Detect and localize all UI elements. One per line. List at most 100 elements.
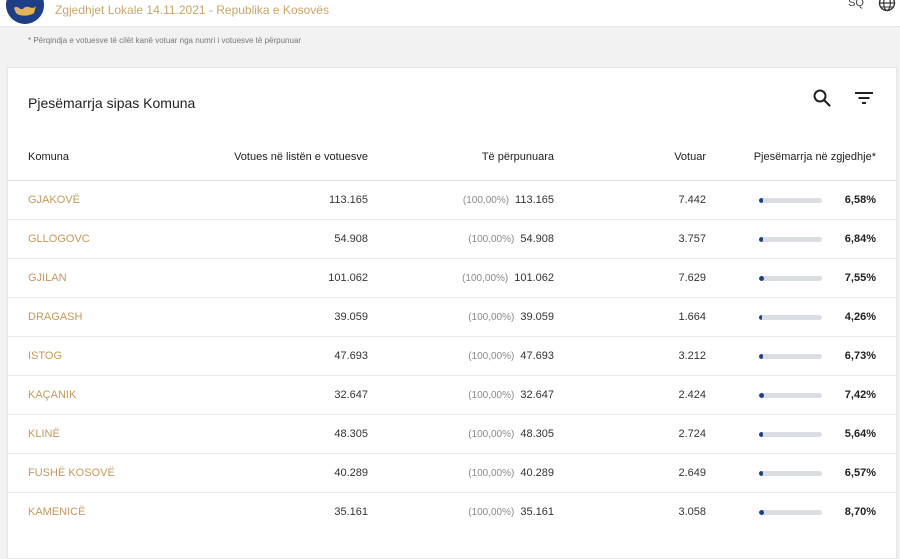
table-row: ISTOG 47.693 (100,00%) 47.693 3.212 6,73% <box>8 336 896 376</box>
processed-count: 40.289 <box>520 467 554 479</box>
kosovo-emblem-icon[interactable] <box>6 0 44 24</box>
turnout-card: Pjesëmarrja sipas Komuna Komuna Votues n… <box>7 67 897 559</box>
cell-registered: 54.908 <box>138 219 368 259</box>
cell-processed: (100,00%) 101.062 <box>368 258 554 298</box>
language-selector[interactable]: SQ <box>848 0 864 9</box>
municipality-link[interactable]: KAMENICË <box>28 506 85 518</box>
table-row: FUSHË KOSOVË 40.289 (100,00%) 40.289 2.649 6,… <box>8 453 896 493</box>
cell-registered: 113.165 <box>138 180 368 220</box>
table-row: GJAKOVË 113.165 (100,00%) 113.165 7.442 6,58% <box>8 180 896 220</box>
processed-percent: (100,00%) <box>468 507 515 518</box>
turnout-progress-bar <box>759 431 822 437</box>
column-header-registered[interactable]: Votues në listën e votuesve <box>138 134 368 181</box>
cell-turnout: 4,26% <box>706 297 896 337</box>
cell-registered: 47.693 <box>138 336 368 376</box>
turnout-value: 8,70% <box>844 506 876 519</box>
processed-percent: (100,00%) <box>468 312 515 323</box>
processed-percent: (100,00%) <box>462 195 510 206</box>
processed-count: 101.062 <box>514 272 554 284</box>
table-row: GJILAN 101.062 (100,00%) 101.062 7.629 7,55% <box>8 258 896 298</box>
cell-turnout: 7,55% <box>706 258 896 298</box>
top-bar: Zgjedhjet Lokale 14.11.2021 - Republika … <box>0 0 900 27</box>
column-header-voted[interactable]: Votuar <box>554 134 706 181</box>
municipality-link[interactable]: KLINË <box>28 428 60 440</box>
municipality-link[interactable]: DRAGASH <box>28 311 82 323</box>
processed-count: 113.165 <box>515 194 554 206</box>
table-row: KAMENICË 35.161 (100,00%) 35.161 3.058 8,70% <box>8 493 896 532</box>
cell-processed: (100,00%) 35.161 <box>368 493 554 532</box>
processed-count: 48.305 <box>520 428 554 440</box>
turnout-value: 6,57% <box>844 467 876 480</box>
cell-processed: (100,00%) 39.059 <box>368 297 554 337</box>
cell-registered: 35.161 <box>334 506 368 518</box>
turnout-table: Komuna Votues në listën e votuesve Të pë… <box>8 134 896 531</box>
cell-processed: (100,00%) 113.165 <box>368 180 554 220</box>
cell-voted: 2.724 <box>554 414 706 454</box>
processed-percent: (100,00%) <box>468 234 515 245</box>
turnout-progress-fill <box>759 509 765 515</box>
cell-municipality: GLLOGOVC <box>8 219 138 259</box>
cell-voted: 3.757 <box>554 219 706 259</box>
municipality-link[interactable]: KAÇANIK <box>28 389 76 401</box>
search-icon[interactable] <box>811 87 833 109</box>
municipality-link[interactable]: FUSHË KOSOVË <box>28 467 115 479</box>
cell-turnout: 6,57% <box>706 453 896 493</box>
turnout-value: 6,84% <box>844 233 876 246</box>
cell-processed: (100,00%) 40.289 <box>368 453 554 493</box>
municipality-link[interactable]: ISTOG <box>28 350 62 362</box>
app-title: Zgjedhjet Lokale 14.11.2021 - Republika … <box>55 3 329 17</box>
cell-voted: 7.629 <box>554 258 706 298</box>
turnout-progress-fill <box>759 314 762 320</box>
turnout-value: 7,42% <box>844 389 876 402</box>
cell-municipality: KAMENICË <box>8 493 138 532</box>
turnout-progress-bar <box>759 314 822 320</box>
processed-percent: (100,00%) <box>462 273 509 284</box>
municipality-link[interactable]: GLLOGOVC <box>28 233 90 245</box>
turnout-progress-fill <box>759 197 764 203</box>
turnout-progress-bar <box>759 197 822 203</box>
turnout-progress-bar <box>759 236 822 242</box>
cell-municipality: KLINË <box>8 414 138 454</box>
processed-count: 47.693 <box>520 350 554 362</box>
turnout-progress-fill <box>759 470 764 476</box>
table-row: KAÇANIK 32.647 (100,00%) 32.647 2.424 7,42% <box>8 375 896 415</box>
column-header-processed[interactable]: Të përpunuara <box>368 134 554 181</box>
processed-percent: (100,00%) <box>468 468 515 479</box>
cell-turnout: 8,70% <box>706 493 896 532</box>
turnout-footnote: * Përqindja e votuesve të cilët kanë vot… <box>28 36 302 45</box>
turnout-value: 7,55% <box>844 272 876 285</box>
column-header-municipality[interactable]: Komuna <box>8 134 138 181</box>
cell-municipality: GJILAN <box>8 258 138 298</box>
cell-registered: 39.059 <box>138 297 368 337</box>
globe-icon[interactable] <box>878 0 896 12</box>
turnout-value: 5,64% <box>844 428 876 441</box>
turnout-value: 6,73% <box>844 350 876 363</box>
municipality-link[interactable]: GJILAN <box>28 272 67 284</box>
turnout-progress-fill <box>759 431 763 437</box>
turnout-progress-fill <box>759 236 764 242</box>
turnout-progress-bar <box>759 275 822 281</box>
cell-voted: 2.424 <box>554 375 706 415</box>
municipality-link[interactable]: GJAKOVË <box>28 194 80 206</box>
filter-icon[interactable] <box>852 87 876 109</box>
cell-processed: (100,00%) 54.908 <box>368 219 554 259</box>
turnout-progress-bar <box>759 470 822 476</box>
table-row: KLINË 48.305 (100,00%) 48.305 2.724 5,64% <box>8 414 896 454</box>
processed-percent: (100,00%) <box>468 351 515 362</box>
cell-voted: 2.649 <box>554 453 706 493</box>
cell-registered: 40.289 <box>138 453 368 493</box>
cell-voted: 7.442 <box>554 180 706 220</box>
turnout-progress-bar <box>759 353 822 359</box>
turnout-progress-bar <box>759 392 822 398</box>
turnout-value: 4,26% <box>844 311 876 324</box>
cell-turnout: 6,73% <box>706 336 896 376</box>
cell-registered: 32.647 <box>138 375 368 415</box>
column-header-turnout[interactable]: Pjesëmarrja në zgjedhje* <box>706 134 896 181</box>
turnout-progress-fill <box>759 275 764 281</box>
cell-processed: (100,00%) 47.693 <box>368 336 554 376</box>
cell-registered: 48.305 <box>138 414 368 454</box>
cell-turnout: 6,84% <box>706 219 896 259</box>
processed-count: 35.161 <box>520 506 554 518</box>
cell-processed: (100,00%) 32.647 <box>368 375 554 415</box>
cell-voted: 3.212 <box>554 336 706 376</box>
